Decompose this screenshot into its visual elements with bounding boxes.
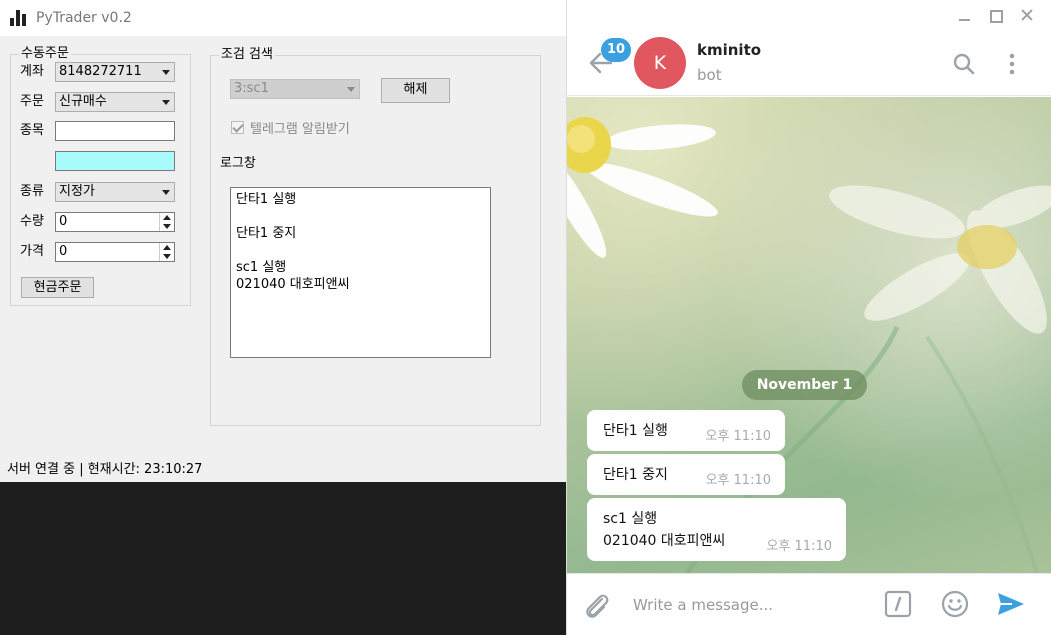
- quantity-value: 0: [59, 214, 68, 229]
- telegram-alert-checkbox: 텔레그램 알림받기: [231, 118, 350, 137]
- price-type-value: 지정가: [59, 184, 95, 199]
- condition-select: 3:sc1: [230, 79, 360, 99]
- message-time: 오후 11:10: [766, 539, 832, 554]
- minimize-icon[interactable]: [957, 8, 973, 24]
- price-stepper[interactable]: 0: [55, 242, 175, 262]
- log-textarea[interactable]: 단타1 실행 단타1 중지 sc1 실행 021040 대호피앤씨: [230, 187, 491, 358]
- condition-value: 3:sc1: [234, 81, 269, 96]
- stock-name-field: [55, 151, 175, 171]
- avatar[interactable]: K: [634, 37, 686, 89]
- log-line: 단타1 중지: [236, 226, 297, 241]
- account-select[interactable]: 8148272711: [55, 62, 175, 82]
- manual-order-legend: 수동주문: [19, 46, 71, 62]
- chevron-down-icon: [162, 190, 170, 195]
- log-line: 021040 대호피앤씨: [236, 277, 350, 292]
- more-vertical-icon[interactable]: [1002, 52, 1022, 76]
- close-icon[interactable]: [1019, 8, 1035, 24]
- stock-code-input[interactable]: [55, 121, 175, 141]
- checkmark-icon: [231, 121, 244, 134]
- message-bubble[interactable]: 단타1 실행 오후 11:10: [587, 410, 785, 451]
- message-composer: [567, 573, 1051, 635]
- message-time: 오후 11:10: [705, 429, 771, 444]
- price-label: 가격: [20, 244, 44, 259]
- message-time: 오후 11:10: [705, 473, 771, 488]
- order-label: 주문: [20, 94, 44, 109]
- pytrader-window: PyTrader v0.2 수동주문 계좌 8148272711 주문 신규매수…: [0, 0, 566, 482]
- message-input[interactable]: [633, 592, 853, 618]
- order-type-select[interactable]: 신규매수: [55, 92, 175, 112]
- telegram-titlebar: [567, 0, 1051, 32]
- chat-area[interactable]: November 1 단타1 실행 오후 11:10 단타1 중지 오후 11:…: [567, 97, 1051, 573]
- chevron-down-icon: [162, 100, 170, 105]
- chat-header: 10 K kminito bot: [567, 32, 1051, 96]
- quantity-label: 수량: [20, 214, 44, 229]
- chevron-down-icon: [347, 87, 355, 92]
- spin-up-icon[interactable]: [163, 215, 171, 220]
- peer-name[interactable]: kminito: [697, 41, 761, 59]
- spin-down-icon[interactable]: [163, 224, 171, 229]
- date-separator: November 1: [742, 370, 867, 400]
- account-label: 계좌: [20, 64, 44, 79]
- send-icon[interactable]: [996, 591, 1026, 617]
- telegram-window: 10 K kminito bot November 1 단타1 실행 오후 11…: [566, 0, 1051, 635]
- quantity-stepper[interactable]: 0: [55, 212, 175, 232]
- search-icon[interactable]: [952, 52, 976, 76]
- release-button[interactable]: 해제: [381, 78, 450, 103]
- stock-label: 종목: [20, 123, 44, 138]
- bar-chart-icon: [10, 10, 28, 26]
- spin-buttons[interactable]: [159, 213, 174, 231]
- price-type-select[interactable]: 지정가: [55, 182, 175, 202]
- log-label: 로그창: [220, 156, 256, 171]
- window-title: PyTrader v0.2: [36, 10, 132, 26]
- chevron-down-icon: [162, 70, 170, 75]
- paperclip-icon[interactable]: [583, 591, 611, 621]
- emoji-icon[interactable]: [940, 589, 970, 619]
- spin-down-icon[interactable]: [163, 254, 171, 259]
- price-value: 0: [59, 244, 68, 259]
- log-line: 단타1 실행: [236, 192, 297, 207]
- spin-buttons[interactable]: [159, 243, 174, 261]
- spin-up-icon[interactable]: [163, 245, 171, 250]
- condition-search-legend: 조검 검색: [219, 47, 275, 63]
- telegram-alert-label: 텔레그램 알림받기: [250, 122, 350, 137]
- status-bar: 서버 연결 중 | 현재시간: 23:10:27: [7, 462, 203, 477]
- bot-commands-icon[interactable]: [884, 590, 912, 618]
- account-value: 8148272711: [59, 64, 142, 79]
- pytrader-titlebar: PyTrader v0.2: [0, 0, 566, 36]
- price-type-label: 종류: [20, 184, 44, 199]
- peer-status: bot: [697, 66, 722, 84]
- order-type-value: 신규매수: [59, 94, 107, 109]
- message-bubble[interactable]: sc1 실행 021040 대호피앤씨 오후 11:10: [587, 498, 846, 561]
- log-line: sc1 실행: [236, 260, 287, 275]
- maximize-icon[interactable]: [988, 8, 1004, 24]
- cash-order-button[interactable]: 현금주문: [21, 277, 94, 298]
- message-bubble[interactable]: 단타1 중지 오후 11:10: [587, 454, 785, 495]
- unread-badge[interactable]: 10: [601, 38, 632, 62]
